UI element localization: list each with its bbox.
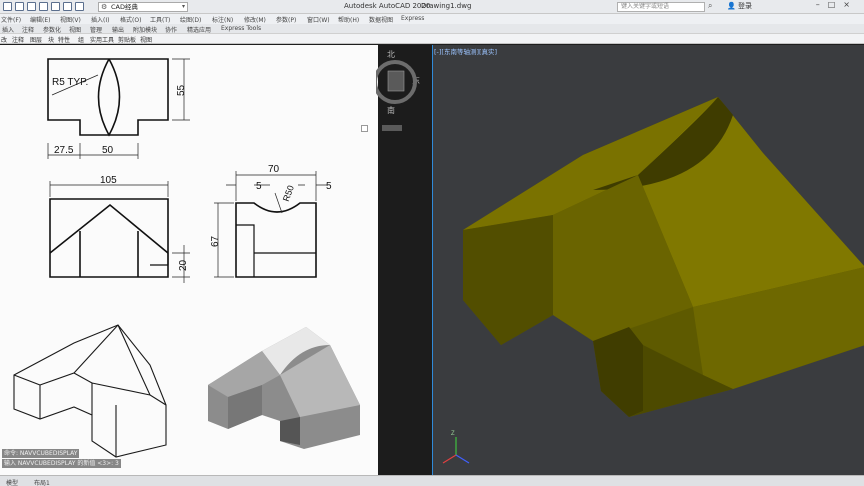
menu-bar: 文件(F) 编辑(E) 视图(V) 插入(I) 格式(O) 工具(T) 绘图(D…: [0, 14, 864, 24]
menu-tools[interactable]: 工具(T): [150, 15, 170, 24]
tab-featured-apps[interactable]: 精选应用: [187, 25, 211, 34]
menu-view[interactable]: 视图(V): [60, 15, 81, 24]
menu-format[interactable]: 格式(O): [120, 15, 141, 24]
ribbon-tabs: 插入 注释 参数化 视图 管理 输出 附加模块 协作 精选应用 Express …: [0, 24, 864, 34]
tab-insert[interactable]: 插入: [2, 25, 14, 34]
print-icon[interactable]: [51, 2, 60, 11]
model-notch: [593, 327, 643, 417]
top-view-outline: [47, 58, 169, 136]
image-grip-handle[interactable]: [361, 125, 368, 132]
viewcube-ring-icon: [376, 60, 417, 131]
autocad-window: ⚙ CAD经典 ▾ Autodesk AutoCAD 2020 Drawing1…: [0, 0, 864, 486]
save-icon[interactable]: [27, 2, 36, 11]
top-view-lens: [97, 58, 121, 137]
command-line: 输入 NAVVCUBEDISPLAY 的新值 <3>: 3: [2, 459, 121, 468]
chevron-down-icon: ▾: [181, 3, 185, 10]
title-bar: ⚙ CAD经典 ▾ Autodesk AutoCAD 2020 Drawing1…: [0, 0, 864, 14]
model-lower-left: [463, 215, 553, 345]
status-bar: 模型 布局1: [0, 475, 864, 486]
file-title: Drawing1.dwg: [421, 2, 472, 10]
iso-render: [208, 327, 360, 449]
menu-edit[interactable]: 编辑(E): [30, 15, 50, 24]
menu-data-view[interactable]: 数据视图: [369, 15, 393, 24]
dim-55-label: 55: [176, 84, 187, 96]
menu-parametric[interactable]: 参数(P): [276, 15, 296, 24]
help-search-input[interactable]: 键入关键字或短语: [617, 2, 705, 12]
ribbon-panel-bar: 改 注释 图层 块 特性 组 实用工具 剪贴板 视图: [0, 34, 864, 44]
tab-output[interactable]: 输出: [112, 25, 124, 34]
dim-70-label: 70: [268, 164, 280, 175]
panel-layers[interactable]: 图层: [30, 35, 42, 44]
login-label: 登录: [737, 2, 752, 10]
menu-express[interactable]: Express: [401, 15, 424, 22]
side-view-outline: [235, 202, 317, 278]
tab-view[interactable]: 视图: [69, 25, 81, 34]
svg-text:Z: Z: [451, 431, 455, 437]
panel-clipboard[interactable]: 剪贴板: [118, 35, 136, 44]
save-as-icon[interactable]: [39, 2, 48, 11]
panel-groups[interactable]: 组: [78, 35, 84, 44]
app-title: Autodesk AutoCAD 2020: [344, 2, 431, 10]
dim-20-label: 20: [178, 259, 189, 271]
command-line: 命令: NAVVCUBEDISPLAY: [2, 449, 80, 458]
panel-block[interactable]: 块: [48, 35, 54, 44]
panel-properties[interactable]: 特性: [58, 35, 70, 44]
reference-drawing-image: R5 TYP. 55 27.5 50 105 20 70 5 5 R50 67: [0, 45, 378, 475]
menu-window[interactable]: 窗口(W): [307, 15, 330, 24]
dim-67-label: 67: [210, 235, 221, 247]
ucs-icon: [442, 437, 470, 464]
new-file-icon[interactable]: [3, 2, 12, 11]
undo-icon[interactable]: [63, 2, 72, 11]
tab-collaborate[interactable]: 协作: [165, 25, 177, 34]
tab-parametric[interactable]: 参数化: [43, 25, 61, 34]
workspace-select[interactable]: ⚙ CAD经典 ▾: [98, 2, 188, 12]
menu-modify[interactable]: 修改(M): [244, 15, 266, 24]
menu-draw[interactable]: 绘图(D): [180, 15, 201, 24]
gear-icon: ⚙: [101, 3, 108, 11]
menu-insert[interactable]: 插入(I): [91, 15, 109, 24]
layout-tab[interactable]: 布局1: [34, 478, 50, 486]
command-history: 命令: NAVVCUBEDISPLAY 输入 NAVVCUBEDISPLAY 的…: [2, 449, 378, 469]
reference-drawing-svg: R5 TYP. 55 27.5 50 105 20 70 5 5 R50 67: [13, 58, 360, 458]
iso-sketch: [13, 324, 167, 458]
dim-50-label: 50: [102, 145, 114, 156]
dim-27-5-label: 27.5: [54, 145, 74, 156]
dim-5b-label: 5: [326, 181, 332, 192]
window-controls[interactable]: –□×: [816, 0, 858, 9]
menu-help[interactable]: 帮助(H): [338, 15, 359, 24]
login-button[interactable]: 👤 登录: [727, 1, 752, 11]
solid-model: Z: [442, 97, 864, 464]
search-icon[interactable]: ⌕: [708, 1, 712, 11]
tab-annotate[interactable]: 注释: [22, 25, 34, 34]
tab-addins[interactable]: 附加模块: [133, 25, 157, 34]
panel-utilities[interactable]: 实用工具: [90, 35, 114, 44]
menu-file[interactable]: 文件(F): [1, 15, 21, 24]
panel-modify[interactable]: 改: [1, 35, 7, 44]
dim-r50-label: R50: [281, 184, 296, 203]
dim-5a-label: 5: [256, 181, 262, 192]
redo-icon[interactable]: [75, 2, 84, 11]
dim-105-label: 105: [100, 175, 117, 186]
tab-manage[interactable]: 管理: [90, 25, 102, 34]
menu-dimension[interactable]: 标注(N): [212, 15, 233, 24]
panel-annotation[interactable]: 注释: [12, 35, 24, 44]
model-viewport[interactable]: Z: [432, 45, 864, 475]
viewcube[interactable]: 北 东 南: [376, 50, 424, 135]
open-file-icon[interactable]: [15, 2, 24, 11]
model-tab[interactable]: 模型: [6, 478, 18, 486]
dim-r5-label: R5 TYP.: [52, 77, 88, 88]
front-view-roof: [49, 203, 169, 254]
workspace-label: CAD经典: [111, 3, 138, 11]
panel-view[interactable]: 视图: [140, 35, 152, 44]
tab-express-tools[interactable]: Express Tools: [221, 25, 261, 32]
viewport-controls-label[interactable]: [-][东南等轴测][真实]: [434, 46, 497, 56]
